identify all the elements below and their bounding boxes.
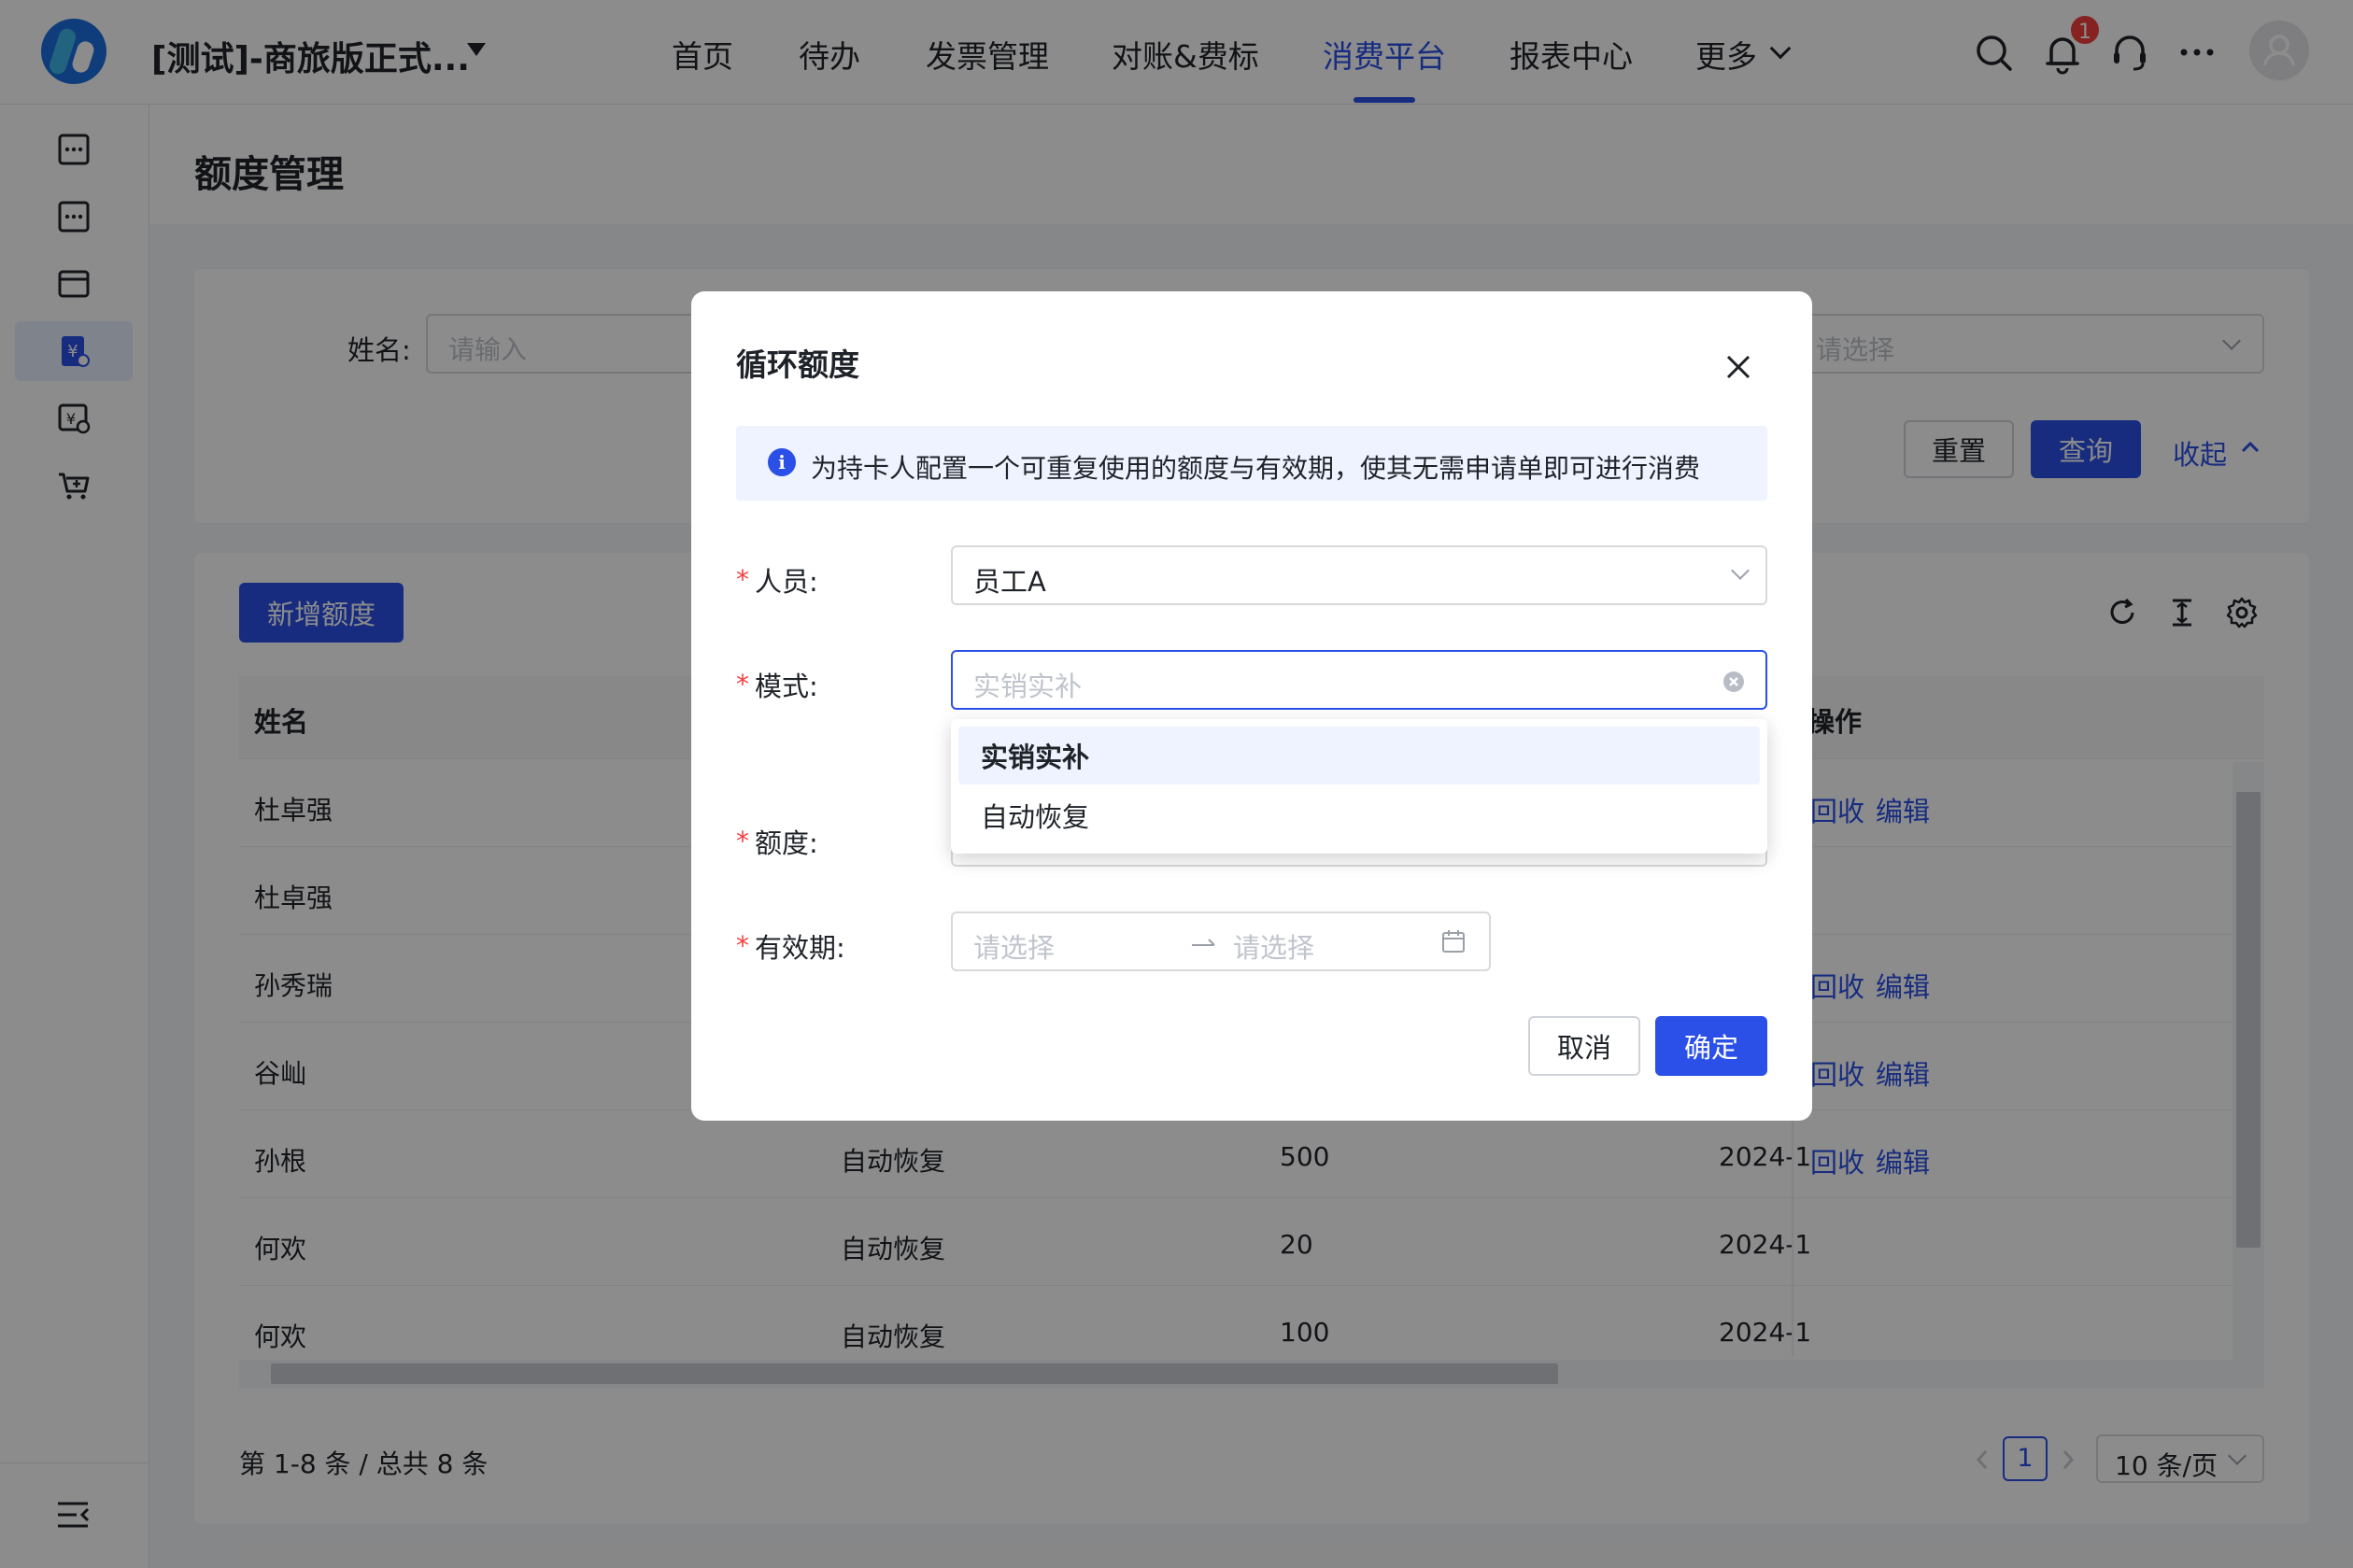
close-icon[interactable] (1722, 351, 1754, 383)
cancel-button[interactable]: 取消 (1528, 1016, 1640, 1076)
mode-option-auto[interactable]: 自动恢复 (958, 786, 1760, 844)
person-select[interactable]: 员工A (951, 545, 1767, 605)
date-start-input[interactable]: 请选择 (973, 926, 1055, 966)
calendar-icon (1442, 930, 1465, 953)
person-label: 人员: (755, 566, 818, 598)
mode-label: 模式: (755, 671, 818, 702)
info-icon: i (768, 448, 796, 476)
date-end-input[interactable]: 请选择 (1233, 926, 1314, 966)
clear-icon[interactable] (1722, 671, 1745, 693)
validity-range-picker[interactable]: 请选择 请选择 (951, 911, 1491, 971)
amount-label: 额度: (755, 827, 818, 859)
mode-option-actual[interactable]: 实销实补 (958, 727, 1760, 784)
dialog-title: 循环额度 (736, 346, 859, 383)
required-mark: * (736, 564, 749, 595)
arrow-right-icon (1192, 939, 1215, 946)
required-mark: * (736, 930, 749, 961)
info-alert-text: 为持卡人配置一个可重复使用的额度与有效期，使其无需申请单即可进行消费 (811, 453, 1701, 484)
required-mark: * (736, 669, 749, 699)
validity-label: 有效期: (755, 932, 845, 964)
confirm-button[interactable]: 确定 (1655, 1016, 1767, 1076)
required-mark: * (736, 826, 749, 856)
chevron-down-icon (1731, 561, 1750, 580)
mode-select[interactable]: 实销实补 (951, 650, 1767, 710)
